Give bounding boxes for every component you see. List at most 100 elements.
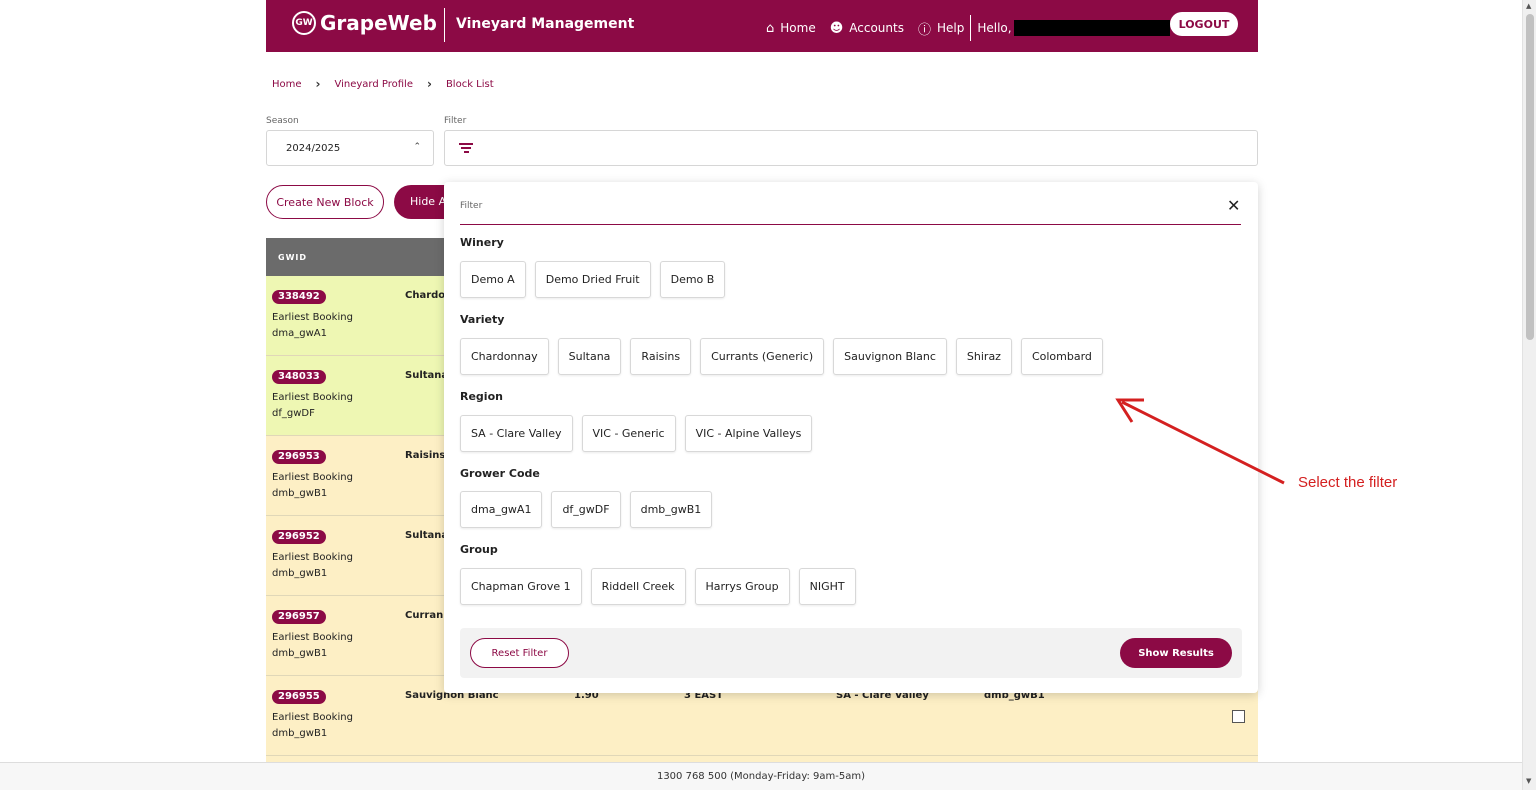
home-icon: ⌂ <box>766 20 775 36</box>
nav-home-label: Home <box>780 21 816 35</box>
gwid-badge: 296957 <box>272 610 326 624</box>
season-label: Season <box>266 116 299 126</box>
chip-region[interactable]: VIC - Generic <box>581 415 676 452</box>
chip-group[interactable]: NIGHT <box>798 568 856 605</box>
grower-code: dmb_gwB1 <box>272 648 328 659</box>
filter-search-input[interactable]: Filter <box>460 198 1241 225</box>
variety-cell: Sultana <box>405 370 449 381</box>
chip-winery[interactable]: Demo B <box>659 261 726 298</box>
nav-accounts-label: Accounts <box>849 21 904 35</box>
scroll-thumb[interactable] <box>1526 14 1534 340</box>
app-header: GW GrapeWeb Vineyard Management ⌂ Home ☻… <box>266 0 1258 52</box>
breadcrumb-vineyard-profile[interactable]: Vineyard Profile <box>334 79 413 90</box>
booking-label: Earliest Booking <box>272 712 353 723</box>
filter-panel-footer: Reset Filter Show Results <box>460 628 1242 678</box>
app-title: Vineyard Management <box>456 16 635 32</box>
season-select[interactable]: 2024/2025 ⌃ <box>266 130 434 166</box>
nav-home[interactable]: ⌂ Home <box>766 21 816 36</box>
variety-cell: Raisins <box>405 450 446 461</box>
chip-group[interactable]: Riddell Creek <box>590 568 686 605</box>
row-checkbox[interactable] <box>1232 710 1245 723</box>
gwid-badge: 296955 <box>272 690 326 704</box>
booking-label: Earliest Booking <box>272 312 353 323</box>
column-gwid[interactable]: GWID <box>278 253 307 262</box>
section-variety: Variety <box>460 313 505 326</box>
filter-icon[interactable] <box>459 143 473 155</box>
nav-help-label: Help <box>936 21 965 35</box>
chip-variety[interactable]: Colombard <box>1020 338 1103 375</box>
greeting-text: Hello, <box>977 21 1012 35</box>
chip-grower-code[interactable]: df_gwDF <box>551 491 621 528</box>
chip-grower-code[interactable]: dmb_gwB1 <box>629 491 713 528</box>
gwid-badge: 296953 <box>272 450 326 464</box>
booking-label: Earliest Booking <box>272 392 353 403</box>
grower-code: dmb_gwB1 <box>272 488 328 499</box>
winery-chips: Demo A Demo Dried Fruit Demo B <box>460 261 726 298</box>
chip-grower-code[interactable]: dma_gwA1 <box>460 491 543 528</box>
filter-label: Filter <box>444 116 467 126</box>
chip-variety[interactable]: Shiraz <box>955 338 1012 375</box>
account-icon: ☻ <box>829 20 844 36</box>
breadcrumb-home[interactable]: Home <box>272 79 302 90</box>
grower-code: dmb_gwB1 <box>272 568 328 579</box>
footer-contact: 1300 768 500 (Monday-Friday: 9am-5am) <box>0 762 1522 790</box>
vertical-scrollbar[interactable]: ▲ ▼ <box>1522 0 1536 790</box>
logo-text: GrapeWeb <box>320 11 437 35</box>
chip-variety[interactable]: Raisins <box>630 338 692 375</box>
chip-group[interactable]: Harrys Group <box>694 568 790 605</box>
chip-winery[interactable]: Demo Dried Fruit <box>534 261 651 298</box>
help-icon: ⓘ <box>917 22 931 38</box>
grower-code: df_gwDF <box>272 408 315 419</box>
section-region: Region <box>460 390 503 403</box>
section-group: Group <box>460 543 498 556</box>
grower-code: dmb_gwB1 <box>272 728 328 739</box>
booking-label: Earliest Booking <box>272 632 353 643</box>
gwid-badge: 296952 <box>272 530 326 544</box>
create-new-block-button[interactable]: Create New Block <box>266 185 384 219</box>
filter-field[interactable] <box>444 130 1258 166</box>
gwid-badge: 338492 <box>272 290 326 304</box>
chip-group[interactable]: Chapman Grove 1 <box>460 568 582 605</box>
header-divider <box>444 8 445 42</box>
chip-variety[interactable]: Chardonnay <box>460 338 549 375</box>
grapeweb-logo[interactable]: GW GrapeWeb <box>292 11 437 35</box>
chevron-up-icon: ⌃ <box>413 142 421 152</box>
show-results-button[interactable]: Show Results <box>1120 638 1232 668</box>
chip-winery[interactable]: Demo A <box>460 261 526 298</box>
reset-filter-button[interactable]: Reset Filter <box>470 638 569 668</box>
region-chips: SA - Clare Valley VIC - Generic VIC - Al… <box>460 415 813 452</box>
section-grower-code: Grower Code <box>460 467 540 480</box>
chevron-right-icon: › <box>426 77 432 91</box>
grower-code: dma_gwA1 <box>272 328 327 339</box>
nav-accounts[interactable]: ☻ Accounts <box>830 21 904 36</box>
season-value: 2024/2025 <box>286 143 341 154</box>
breadcrumb: Home › Vineyard Profile › Block List <box>272 77 494 91</box>
variety-cell: Chardo <box>405 290 446 301</box>
booking-label: Earliest Booking <box>272 552 353 563</box>
gwid-badge: 348033 <box>272 370 326 384</box>
chip-variety[interactable]: Sultana <box>557 338 622 375</box>
group-chips: Chapman Grove 1 Riddell Creek Harrys Gro… <box>460 568 856 605</box>
logo-mark-icon: GW <box>292 11 316 35</box>
nav-divider <box>970 15 972 41</box>
chip-region[interactable]: VIC - Alpine Valleys <box>684 415 813 452</box>
user-greeting: Hello, <box>977 20 1170 36</box>
close-icon[interactable]: ✕ <box>1227 196 1240 215</box>
variety-chips: Chardonnay Sultana Raisins Currants (Gen… <box>460 338 1103 375</box>
chip-variety[interactable]: Sauvignon Blanc <box>833 338 947 375</box>
redacted-username <box>1013 20 1170 36</box>
grower-code-chips: dma_gwA1 df_gwDF dmb_gwB1 <box>460 491 713 528</box>
chip-variety[interactable]: Currants (Generic) <box>700 338 825 375</box>
logout-button[interactable]: LOGOUT <box>1170 12 1238 36</box>
booking-label: Earliest Booking <box>272 472 353 483</box>
page: GW GrapeWeb Vineyard Management ⌂ Home ☻… <box>0 0 1536 790</box>
breadcrumb-block-list[interactable]: Block List <box>446 79 494 90</box>
scroll-down-icon[interactable]: ▼ <box>1526 777 1531 785</box>
variety-cell: Curran <box>405 610 444 621</box>
annotation-text: Select the filter <box>1298 474 1398 491</box>
chip-region[interactable]: SA - Clare Valley <box>460 415 573 452</box>
nav-help[interactable]: ⓘ Help <box>918 19 964 38</box>
annotation-arrow-icon <box>1115 398 1285 485</box>
chevron-right-icon: › <box>315 77 321 91</box>
scroll-up-icon[interactable]: ▲ <box>1526 2 1531 10</box>
